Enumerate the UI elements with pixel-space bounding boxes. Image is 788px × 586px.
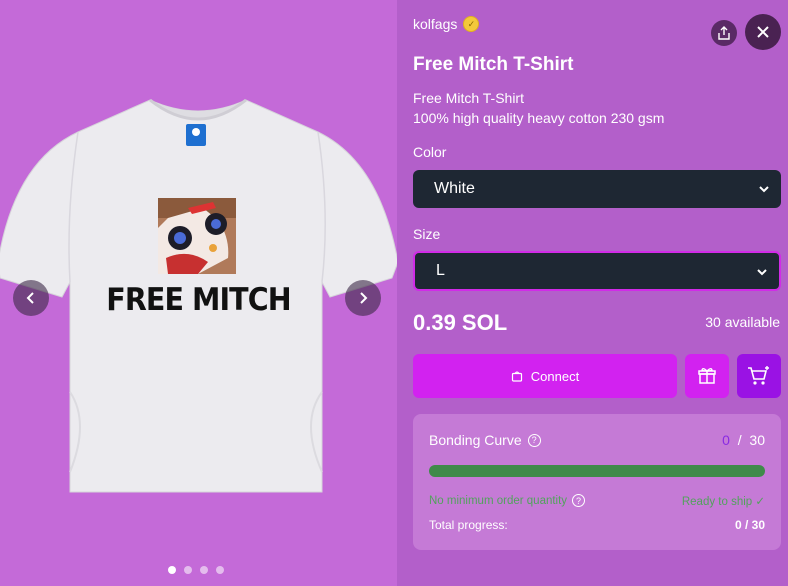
verified-icon: ✓ [463, 16, 480, 32]
seller-info[interactable]: kolfags ✓ [413, 16, 480, 32]
bonding-curve-header: Bonding Curve ? [429, 432, 541, 448]
bonding-current: 0 [722, 432, 730, 448]
color-select[interactable]: White [413, 170, 781, 208]
gift-icon [698, 368, 716, 384]
product-details-panel: kolfags ✓ Free Mitch T-Shirt Free Mitch … [397, 0, 788, 586]
bag-icon [511, 371, 522, 382]
previous-image-button[interactable] [13, 280, 49, 316]
chevron-down-icon [757, 269, 767, 276]
color-select-value: White [434, 180, 475, 197]
help-icon[interactable]: ? [527, 433, 541, 447]
connect-button[interactable]: Connect [413, 354, 677, 398]
bonding-separator: / [737, 432, 742, 448]
pagination-dot[interactable] [216, 566, 224, 574]
add-to-cart-button[interactable] [737, 354, 781, 398]
total-progress-value: 0 / 30 [734, 518, 765, 532]
chevron-down-icon [759, 186, 769, 193]
bonding-max: 30 [749, 432, 765, 448]
product-title: Free Mitch T-Shirt [413, 54, 574, 75]
close-button[interactable] [745, 14, 781, 50]
share-button[interactable] [711, 20, 737, 46]
next-image-button[interactable] [345, 280, 381, 316]
size-select[interactable]: L [413, 251, 781, 291]
color-label: Color [413, 144, 447, 160]
size-label: Size [413, 226, 441, 242]
connect-label: Connect [530, 368, 580, 384]
bonding-progress-bar [429, 465, 765, 477]
help-icon[interactable]: ? [572, 494, 586, 507]
seller-name[interactable]: kolfags [413, 16, 457, 32]
close-icon [757, 26, 769, 38]
chevron-left-icon [26, 292, 34, 304]
pagination-dot[interactable] [168, 566, 176, 574]
chevron-right-icon [360, 292, 368, 304]
min-order-note: No minimum order quantity ? [429, 494, 586, 507]
min-order-text: No minimum order quantity [429, 494, 568, 507]
total-progress-label: Total progress: [429, 518, 508, 532]
pagination-dot[interactable] [184, 566, 192, 574]
available-count: 30 available [705, 314, 780, 330]
product-gallery: FREE MITCH [0, 0, 397, 586]
product-description: Free Mitch T-Shirt 100% high quality hea… [413, 88, 664, 128]
gift-button[interactable] [685, 354, 729, 398]
ready-to-ship-status: Ready to ship ✓ [681, 496, 765, 508]
size-select-value: L [436, 262, 445, 279]
bonding-curve-count: 0 / 30 [722, 432, 765, 448]
bonding-curve-title: Bonding Curve [429, 432, 522, 448]
description-line: Free Mitch T-Shirt [413, 90, 524, 106]
shirt-print-text: FREE MITCH [106, 282, 291, 318]
share-icon [718, 26, 730, 40]
shirt-print-artwork [158, 198, 236, 274]
pagination-dot[interactable] [200, 566, 208, 574]
image-pagination [168, 566, 224, 574]
bonding-curve-card: Bonding Curve ? 0 / 30 No minimum order … [413, 414, 781, 550]
cart-plus-icon [748, 366, 769, 385]
description-line: 100% high quality heavy cotton 230 gsm [413, 110, 665, 126]
price: 0.39 SOL [413, 310, 508, 335]
